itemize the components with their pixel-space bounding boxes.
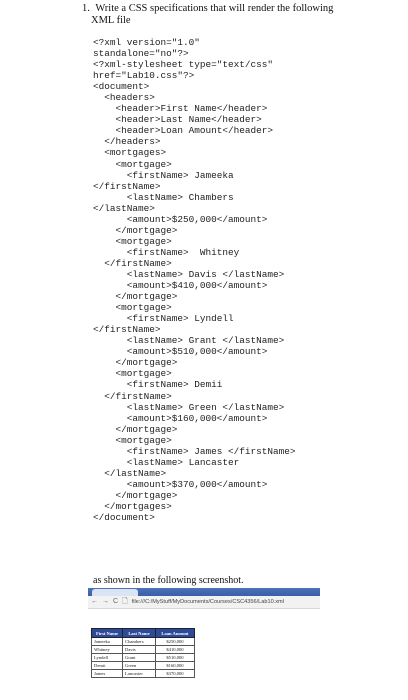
code-line: </mortgage>: [93, 291, 178, 303]
browser-screenshot: ← → C 🗋 file:///C:/MyStuff/MyDocuments/C…: [88, 588, 320, 700]
code-line: <header>First Name</header>: [93, 103, 268, 115]
code-line: </lastName>: [93, 467, 167, 479]
code-line: </firstName>: [93, 257, 172, 269]
table-row: Jameeka Chambers $250,000: [91, 637, 195, 646]
code-line: </mortgage>: [93, 423, 178, 435]
forward-arrow-icon[interactable]: →: [102, 596, 109, 608]
browser-toolbar: ← → C 🗋 file:///C:/MyStuff/MyDocuments/C…: [88, 596, 320, 609]
reload-icon[interactable]: C: [113, 596, 118, 608]
code-line: <mortgage>: [93, 235, 172, 247]
cell-first-name: Lyndell: [91, 653, 123, 662]
table-row: Lyndell Grant $510,000: [91, 653, 195, 662]
cell-amount: $410,000: [155, 645, 195, 654]
code-line: <firstName> Whitney: [93, 246, 240, 258]
code-line: href="Lab10.css"?>: [93, 70, 195, 82]
code-line: </firstName>: [93, 390, 172, 402]
code-line: <amount>$370,000</amount>: [93, 478, 268, 490]
question-number: 1.: [82, 3, 90, 14]
code-line: standalone="no"?>: [93, 48, 189, 60]
cell-amount: $370,000: [155, 669, 195, 678]
browser-tab-strip: [88, 588, 320, 596]
code-line: <lastName> Green </lastName>: [93, 401, 285, 413]
question-text-line1: Write a CSS specifications that will ren…: [95, 3, 334, 14]
cell-amount: $250,000: [155, 637, 195, 646]
code-line: <mortgage>: [93, 434, 172, 446]
code-line: </mortgages>: [93, 500, 172, 512]
table-row: Demii Green $160,000: [91, 661, 195, 670]
code-line: <?xml-stylesheet type="text/css": [93, 59, 274, 71]
header-last-name: Last Name: [122, 628, 156, 638]
code-line: </document>: [93, 512, 155, 524]
xml-code-block: <?xml version="1.0" standalone="no"?> <?xm…: [93, 37, 296, 523]
code-line: </lastName>: [93, 202, 155, 214]
code-line: <document>: [93, 81, 150, 93]
code-line: <firstName> James </firstName>: [93, 445, 296, 457]
code-line: </firstName>: [93, 180, 161, 192]
code-line: <lastName> Lancaster: [93, 456, 240, 468]
cell-last-name: Green: [122, 661, 156, 670]
cell-amount: $160,000: [155, 661, 195, 670]
cell-amount: $510,000: [155, 653, 195, 662]
cell-last-name: Lancaster: [122, 669, 156, 678]
cell-last-name: Davis: [122, 645, 156, 654]
code-line: <headers>: [93, 92, 155, 104]
table-row: James Lancaster $370,000: [91, 669, 195, 678]
code-line: <amount>$250,000</amount>: [93, 213, 268, 225]
page-icon: 🗋: [122, 598, 128, 605]
table-header-row: First Name Last Name Loan Amount: [91, 628, 195, 638]
code-line: <lastName> Chambers: [93, 191, 234, 203]
cell-last-name: Chambers: [122, 637, 156, 646]
browser-tab[interactable]: [92, 589, 138, 596]
cell-first-name: Demii: [91, 661, 123, 670]
header-loan-amount: Loan Amount: [155, 628, 195, 638]
cell-last-name: Grant: [122, 653, 156, 662]
back-arrow-icon[interactable]: ←: [91, 596, 98, 608]
code-line: <mortgage>: [93, 368, 172, 380]
code-line: <lastName> Davis </lastName>: [93, 268, 285, 280]
address-bar[interactable]: file:///C:/MyStuff/MyDocuments/Courses/C…: [132, 599, 284, 605]
code-line: <amount>$410,000</amount>: [93, 280, 268, 292]
code-line: <mortgage>: [93, 302, 172, 314]
cell-first-name: James: [91, 669, 123, 678]
code-line: <amount>$510,000</amount>: [93, 346, 268, 358]
code-line: </firstName>: [93, 324, 161, 336]
screenshot-caption: as shown in the following screenshot.: [93, 575, 244, 586]
question-text-line2: XML file: [91, 15, 131, 26]
code-line: <firstName> Demii: [93, 379, 223, 391]
browser-viewport: First Name Last Name Loan Amount Jameeka…: [88, 609, 320, 700]
code-line: <firstName> Jameeka: [93, 169, 234, 181]
code-line: </mortgage>: [93, 357, 178, 369]
code-line: <mortgages>: [93, 147, 167, 159]
cell-first-name: Jameeka: [91, 637, 123, 646]
code-line: </mortgage>: [93, 224, 178, 236]
table-row: Whitney Davis $410,000: [91, 645, 195, 654]
code-line: <?xml version="1.0": [93, 37, 200, 48]
code-line: <header>Loan Amount</header>: [93, 125, 274, 137]
code-line: <amount>$160,000</amount>: [93, 412, 268, 424]
code-line: <mortgage>: [93, 158, 172, 170]
code-line: </mortgage>: [93, 489, 178, 501]
code-line: </headers>: [93, 136, 161, 148]
question-header: 1. Write a CSS specifications that will …: [82, 3, 382, 27]
code-line: <firstName> Lyndell: [93, 313, 234, 325]
code-line: <lastName> Grant </lastName>: [93, 335, 285, 347]
loan-table: First Name Last Name Loan Amount Jameeka…: [91, 628, 195, 678]
header-first-name: First Name: [91, 628, 123, 638]
code-line: <header>Last Name</header>: [93, 114, 262, 126]
cell-first-name: Whitney: [91, 645, 123, 654]
